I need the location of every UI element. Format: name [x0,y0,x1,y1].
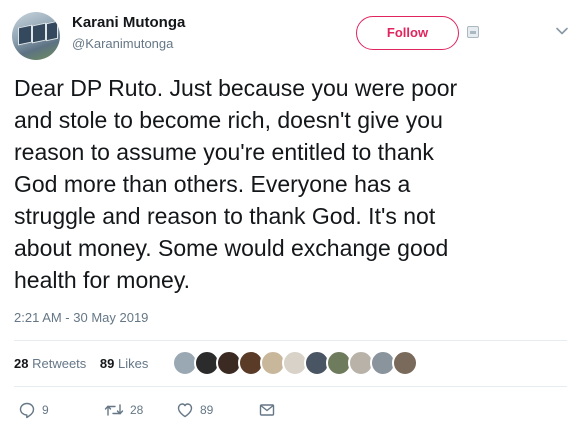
like-action[interactable]: 89 [176,400,213,420]
tweet-actions: 9 28 89 [14,400,314,420]
message-action[interactable] [258,400,276,420]
retweets-stat[interactable]: 28 Retweets [14,352,86,376]
reply-icon [19,402,35,419]
user-handle[interactable]: @Karanimutonga [72,35,185,53]
retweet-count: 28 [130,403,144,417]
display-name[interactable]: Karani Mutonga [72,13,185,33]
avatar[interactable] [12,12,60,60]
likes-stat[interactable]: 89 Likes [100,352,148,376]
divider-top [14,340,567,341]
message-icon [259,404,275,416]
user-names: Karani Mutonga @Karanimutonga [72,13,185,53]
engagement-stats: 28 Retweets 89 Likes [14,352,158,376]
tweet-timestamp[interactable]: 2:21 AM - 30 May 2019 [14,310,148,325]
divider-bottom [14,386,567,387]
reply-action[interactable]: 9 [18,400,49,420]
image-placeholder-icon [467,26,479,38]
retweet-action[interactable]: 28 [104,400,143,420]
like-icon [177,403,193,418]
caret-down-icon[interactable] [555,24,569,38]
liker-avatar[interactable] [392,350,418,376]
like-count: 89 [200,403,214,417]
likes-label: Likes [118,356,149,371]
retweet-icon [104,404,124,416]
tweet-header: Karani Mutonga @Karanimutonga Follow [12,10,572,60]
follow-button[interactable]: Follow [356,16,459,50]
tweet-text: Dear DP Ruto. Just because you were poor… [14,75,458,293]
reply-count: 9 [42,403,49,417]
retweets-count: 28 [14,356,29,371]
likes-count: 89 [99,356,115,371]
retweets-label: Retweets [32,356,87,371]
